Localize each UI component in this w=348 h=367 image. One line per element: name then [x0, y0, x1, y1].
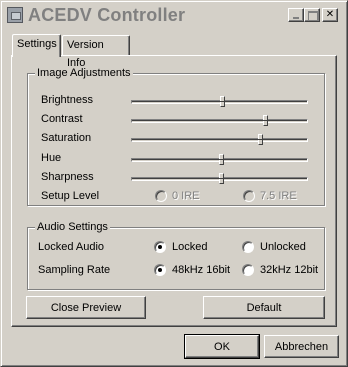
saturation-label: Saturation [41, 132, 92, 144]
locked-audio-label: Locked Audio [38, 241, 105, 253]
close-button[interactable]: ✕ [322, 8, 338, 22]
locked-audio-locked-label: Locked [172, 241, 208, 253]
sampling-rate-48khz-radio[interactable] [154, 264, 166, 276]
maximize-button[interactable] [304, 8, 320, 22]
tab-settings[interactable]: Settings [12, 34, 61, 57]
brightness-label: Brightness [41, 94, 93, 106]
ok-button[interactable]: OK [184, 334, 260, 359]
window-title: ACEDV Controller [28, 5, 186, 25]
app-window: ACEDV Controller ✕ Settings Version Info… [0, 0, 348, 367]
saturation-slider-thumb[interactable] [258, 134, 263, 145]
locked-audio-locked-radio[interactable] [154, 241, 166, 253]
cancel-button[interactable]: Abbrechen [264, 335, 339, 358]
tab-version-info[interactable]: Version Info [62, 35, 130, 69]
setup-level-75ire-radio[interactable] [243, 190, 255, 202]
sampling-rate-48khz-label: 48kHz 16bit [172, 264, 231, 276]
settings-tab-panel: Image Adjustments Brightness Contrast Sa… [11, 55, 337, 327]
locked-audio-unlocked-label: Unlocked [260, 241, 306, 253]
sampling-rate-label: Sampling Rate [38, 264, 111, 276]
tab-settings-label: Settings [17, 38, 57, 50]
contrast-slider[interactable] [131, 115, 308, 126]
saturation-slider[interactable] [131, 134, 308, 145]
sampling-rate-32khz-label: 32kHz 12bit [260, 264, 319, 276]
locked-audio-unlocked-radio[interactable] [242, 241, 254, 253]
brightness-slider[interactable] [131, 96, 308, 107]
setup-level-75ire-label: 7.5 IRE [260, 190, 297, 202]
sampling-rate-32khz-radio[interactable] [242, 264, 254, 276]
audio-settings-group: Audio Settings Locked Audio Locked Unloc… [27, 221, 325, 290]
close-icon: ✕ [325, 9, 335, 20]
close-preview-button[interactable]: Close Preview [26, 296, 146, 319]
default-button[interactable]: Default [203, 296, 325, 319]
contrast-label: Contrast [41, 113, 83, 125]
sharpness-slider-thumb[interactable] [219, 173, 224, 184]
image-adjustments-group: Image Adjustments Brightness Contrast Sa… [27, 67, 325, 206]
setup-level-label: Setup Level [41, 190, 100, 202]
app-icon [7, 7, 23, 23]
image-adjustments-title: Image Adjustments [35, 67, 133, 79]
minimize-button[interactable] [288, 8, 304, 22]
title-bar[interactable]: ACEDV Controller ✕ [4, 4, 344, 26]
hue-slider[interactable] [131, 154, 308, 165]
contrast-slider-thumb[interactable] [263, 115, 268, 126]
brightness-slider-thumb[interactable] [220, 96, 225, 107]
sharpness-label: Sharpness [41, 171, 94, 183]
hue-label: Hue [41, 152, 62, 164]
audio-settings-title: Audio Settings [35, 221, 110, 233]
sharpness-slider[interactable] [131, 173, 308, 184]
setup-level-0ire-label: 0 IRE [172, 190, 200, 202]
hue-slider-thumb[interactable] [219, 154, 224, 165]
setup-level-0ire-radio[interactable] [155, 190, 167, 202]
